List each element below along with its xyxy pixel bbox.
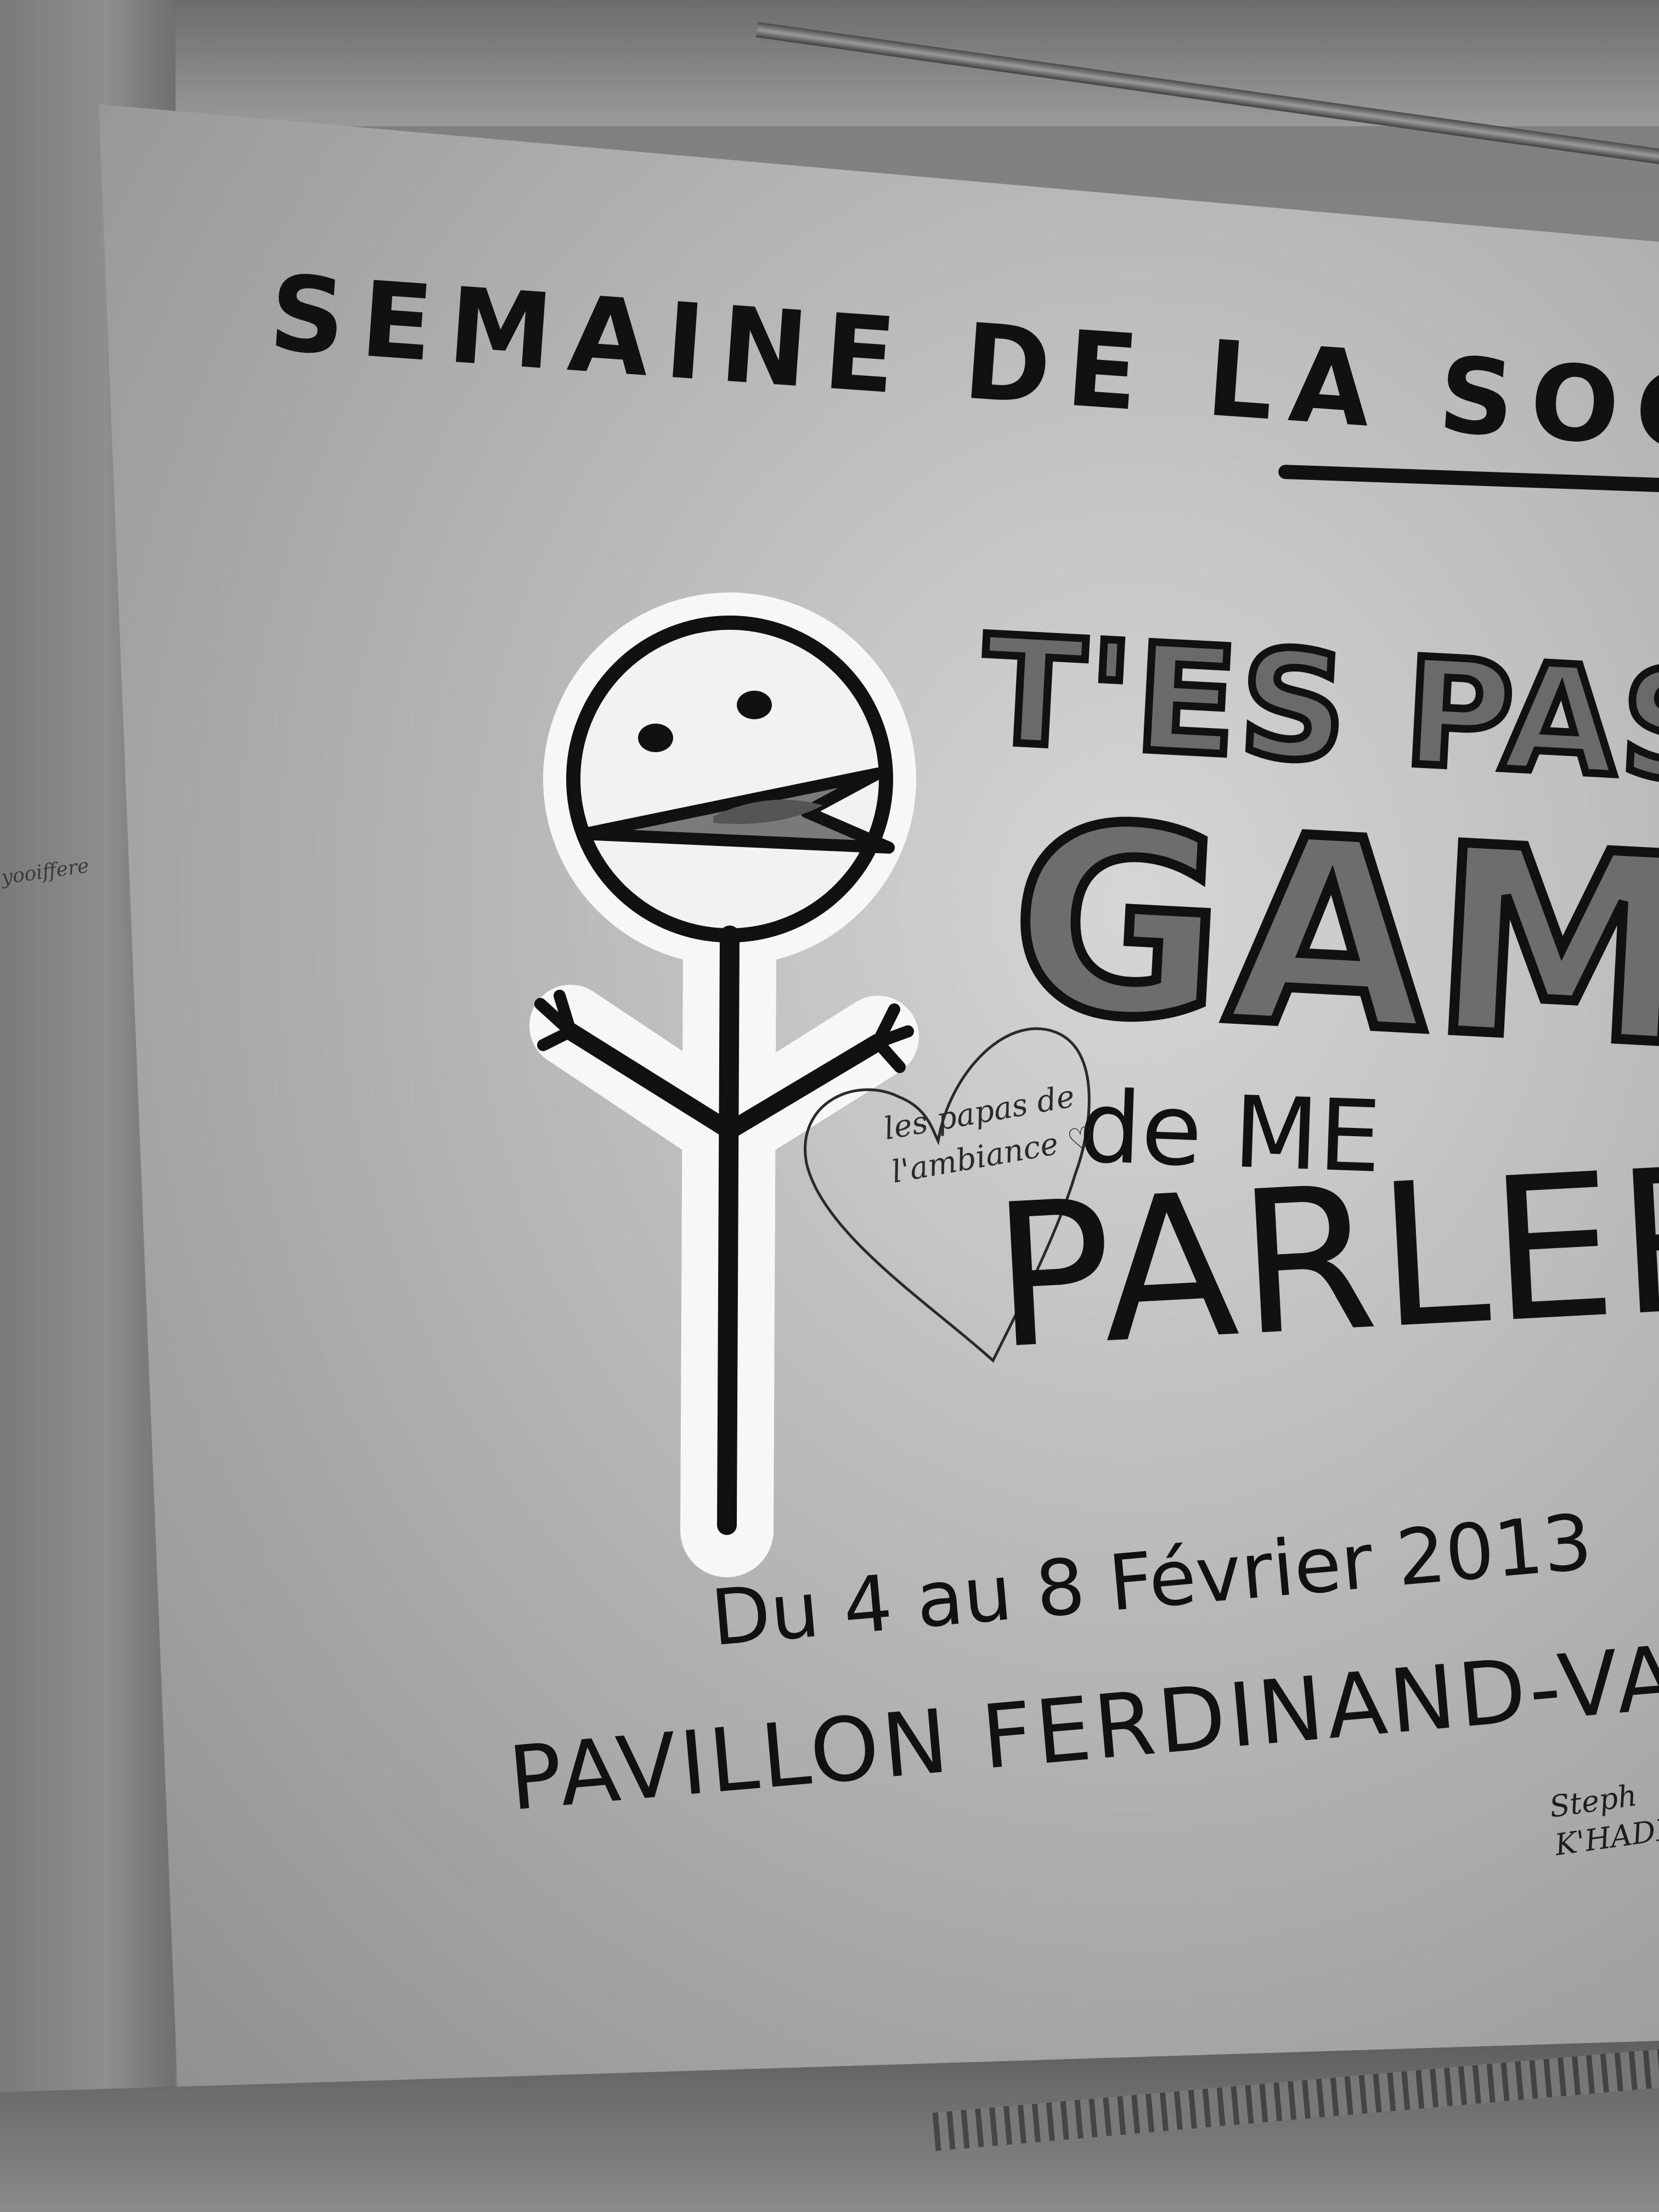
figure-left-eye [638, 724, 673, 752]
slogan-line-4: PARLER [988, 1123, 1659, 1393]
artist-signature: Steph K'HADI [1547, 1773, 1659, 1864]
slogan-line-2: GAME [1000, 763, 1659, 1118]
photo-scene: SEMAINE DE LA SOCIABIL T'ES PAS GAME de … [0, 0, 1659, 2212]
figure-right-eye [737, 691, 772, 719]
figure-body [717, 926, 740, 1535]
